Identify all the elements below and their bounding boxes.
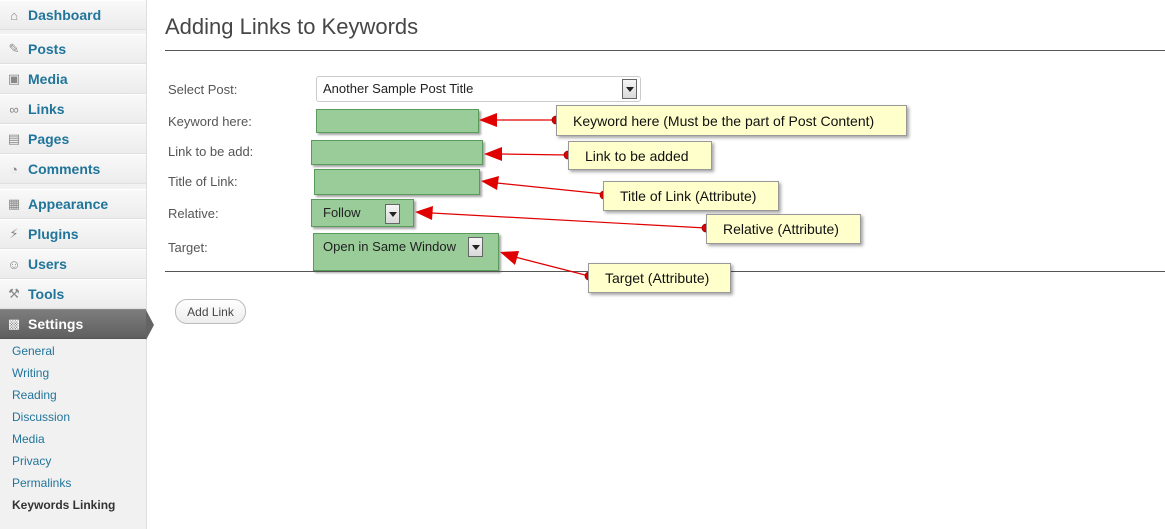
arrowhead-target xyxy=(500,251,519,265)
arrow-target xyxy=(514,256,590,277)
settings-icon: ▩ xyxy=(7,316,21,331)
submenu-general[interactable]: General xyxy=(0,340,146,362)
keyword-input[interactable] xyxy=(316,109,479,133)
comment-icon: ◔ xyxy=(10,161,18,177)
link-input[interactable] xyxy=(311,140,483,165)
media-icon: ▣ xyxy=(7,71,21,86)
chevron-down-icon[interactable] xyxy=(622,79,637,99)
link-title-input[interactable] xyxy=(314,169,480,195)
menu-label: Appearance xyxy=(28,196,109,212)
submenu-permalinks[interactable]: Permalinks xyxy=(0,472,146,494)
link-icon: ∞ xyxy=(9,101,19,117)
callout-link: Link to be added xyxy=(568,141,712,170)
plugin-icon: ⚡ xyxy=(9,226,19,241)
title-label: Title of Link: xyxy=(168,174,238,189)
users-icon: ☺ xyxy=(7,256,21,272)
menu-label: Media xyxy=(28,71,68,87)
submenu-keywords-linking[interactable]: Keywords Linking xyxy=(0,494,146,516)
callout-target: Target (Attribute) xyxy=(588,263,731,293)
menu-posts[interactable]: ✎ Posts xyxy=(0,34,146,64)
pages-icon: ▤ xyxy=(7,131,21,146)
callout-keyword: Keyword here (Must be the part of Post C… xyxy=(556,105,907,136)
target-value: Open in Same Window xyxy=(323,239,456,254)
settings-submenu: General Writing Reading Discussion Media… xyxy=(0,340,146,516)
appearance-icon: ▦ xyxy=(7,196,21,211)
submenu-media[interactable]: Media xyxy=(0,428,146,450)
arrowhead-title xyxy=(481,176,499,190)
target-select[interactable]: Open in Same Window xyxy=(313,233,499,271)
callout-relative: Relative (Attribute) xyxy=(706,214,861,244)
menu-tools[interactable]: ⚒ Tools xyxy=(0,279,146,309)
keyword-label: Keyword here: xyxy=(168,114,252,129)
page-title: Adding Links to Keywords xyxy=(165,14,419,39)
relative-value: Follow xyxy=(323,205,361,220)
menu-users[interactable]: ☺ Users xyxy=(0,249,146,279)
tools-icon: ⚒ xyxy=(8,286,20,301)
title-divider xyxy=(165,50,1165,51)
relative-label: Relative: xyxy=(168,206,219,221)
menu-label: Plugins xyxy=(28,226,79,242)
menu-label: Tools xyxy=(28,286,65,302)
submenu-privacy[interactable]: Privacy xyxy=(0,450,146,472)
arrowhead-keyword xyxy=(479,113,497,127)
menu-links[interactable]: ∞ Links xyxy=(0,94,146,124)
submenu-writing[interactable]: Writing xyxy=(0,362,146,384)
dashboard-icon: ⌂ xyxy=(10,7,18,23)
relative-select[interactable]: Follow xyxy=(311,199,414,227)
menu-label: Comments xyxy=(28,161,101,177)
select-post-value: Another Sample Post Title xyxy=(323,81,474,96)
add-link-button[interactable]: Add Link xyxy=(175,299,246,324)
arrow-relative xyxy=(431,212,707,229)
menu-label: Links xyxy=(28,101,65,117)
admin-sidebar: ⌂ Dashboard ✎ Posts ▣ Media ∞ Links ▤ Pa… xyxy=(0,0,154,529)
link-label: Link to be add: xyxy=(168,144,254,159)
menu-label: Posts xyxy=(28,41,67,57)
arrow-link xyxy=(499,153,569,156)
submenu-discussion[interactable]: Discussion xyxy=(0,406,146,428)
menu-appearance[interactable]: ▦ Appearance xyxy=(0,189,146,219)
arrow-title xyxy=(496,182,605,195)
chevron-down-icon[interactable] xyxy=(385,204,400,224)
menu-pages[interactable]: ▤ Pages xyxy=(0,124,146,154)
menu-comments[interactable]: ◔ Comments xyxy=(0,154,146,184)
callout-title: Title of Link (Attribute) xyxy=(603,181,779,211)
arrowhead-relative xyxy=(415,206,433,220)
menu-label: Dashboard xyxy=(28,7,102,23)
target-label: Target: xyxy=(168,240,208,255)
submenu-reading[interactable]: Reading xyxy=(0,384,146,406)
menu-settings[interactable]: ▩ Settings xyxy=(0,309,154,340)
menu-dashboard[interactable]: ⌂ Dashboard xyxy=(0,0,146,30)
menu-media[interactable]: ▣ Media xyxy=(0,64,146,94)
menu-label: Users xyxy=(28,256,67,272)
select-post-label: Select Post: xyxy=(168,82,238,97)
pin-icon: ✎ xyxy=(8,41,20,56)
arrowhead-link xyxy=(484,147,502,161)
menu-plugins[interactable]: ⚡ Plugins xyxy=(0,219,146,249)
menu-label: Pages xyxy=(28,131,70,147)
select-post-dropdown[interactable]: Another Sample Post Title xyxy=(316,76,641,102)
chevron-down-icon[interactable] xyxy=(468,237,483,257)
menu-label: Settings xyxy=(28,316,84,332)
